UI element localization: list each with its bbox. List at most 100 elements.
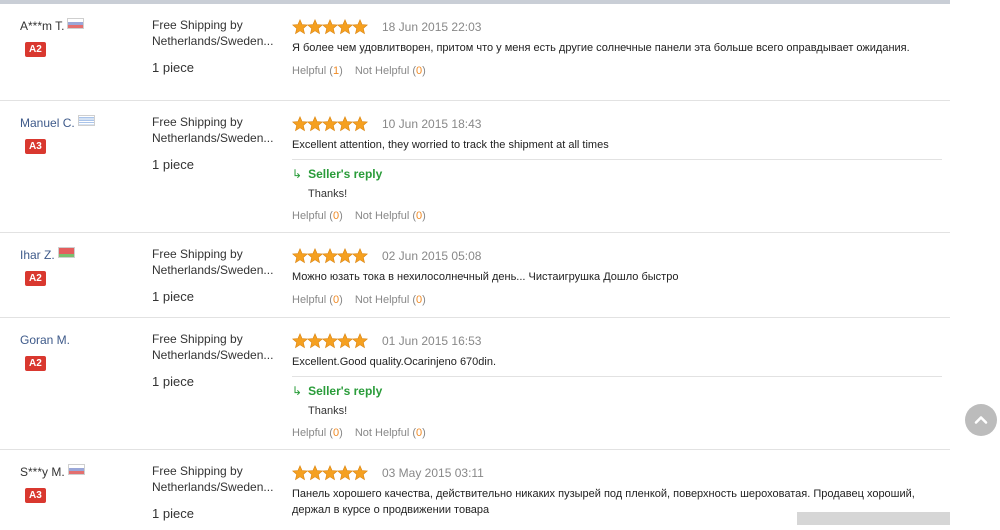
star-icon [322, 19, 338, 35]
helpful-label: Helpful [292, 65, 327, 77]
russia-flag-icon [67, 17, 85, 29]
reviewer-name-text: A***m T. [20, 19, 65, 33]
review-text: Excellent attention, they worried to tra… [292, 139, 609, 151]
helpful-button[interactable]: Helpful (1) [292, 65, 343, 77]
not-helpful-count: 0 [416, 427, 423, 439]
review-item: Manuel C. A3 Free Shipping by Netherland… [0, 101, 950, 233]
seller-reply-text: Thanks! [308, 405, 348, 417]
buyer-level-badge: A3 [25, 488, 46, 503]
review-date: 01 Jun 2015 16:53 [382, 334, 482, 348]
review-item: A***m T. A2 Free Shipping by Netherlands… [0, 4, 950, 101]
reviewer-name[interactable]: Ihar Z. [20, 246, 140, 263]
helpful-button[interactable]: Helpful (0) [292, 210, 343, 222]
helpful-count: 0 [332, 210, 340, 222]
back-to-top-button[interactable] [965, 404, 997, 436]
quantity: 1 piece [152, 506, 194, 521]
shipping-method: Free Shipping by Netherlands/Sweden... [152, 464, 274, 494]
star-icon [352, 465, 368, 481]
star-icon [307, 248, 323, 264]
shipping-method: Free Shipping by Netherlands/Sweden... [152, 247, 274, 277]
buyer-level-badge: A3 [25, 139, 46, 154]
reviewer-info: Manuel C. A3 [20, 114, 140, 154]
star-icon [337, 248, 353, 264]
not-helpful-count: 0 [416, 294, 423, 306]
helpful-label: Helpful [292, 294, 327, 306]
review-content: 02 Jun 2015 05:08 Можно юзать тока в нех… [292, 247, 942, 307]
reviewer-name[interactable]: Goran M. [20, 332, 140, 348]
order-info: Free Shipping by Netherlands/Sweden... 1… [152, 463, 282, 522]
not-helpful-button[interactable]: Not Helpful (0) [355, 427, 426, 439]
star-icon [337, 333, 353, 349]
quantity: 1 piece [152, 60, 194, 75]
not-helpful-button[interactable]: Not Helpful (0) [355, 65, 426, 77]
star-icon [337, 19, 353, 35]
star-icon [292, 116, 308, 132]
star-icon [307, 19, 323, 35]
not-helpful-button[interactable]: Not Helpful (0) [355, 294, 426, 306]
seller-reply-heading: ↳ Seller's reply [292, 164, 942, 184]
not-helpful-label: Not Helpful [354, 294, 410, 306]
buyer-level-badge: A2 [25, 356, 46, 371]
not-helpful-button[interactable]: Not Helpful (0) [355, 210, 426, 222]
russia-flag-icon [67, 463, 85, 475]
seller-reply: ↳ Seller's reply Thanks! [292, 159, 942, 204]
quantity: 1 piece [152, 289, 194, 304]
reply-arrow-icon: ↳ [292, 167, 303, 181]
review-item: Goran M. A2 Free Shipping by Netherlands… [0, 318, 950, 450]
review-content: 03 May 2015 03:11 Панель хорошего качест… [292, 464, 942, 518]
shipping-method: Free Shipping by Netherlands/Sweden... [152, 18, 274, 48]
star-rating [292, 465, 368, 481]
reviewer-name[interactable]: Manuel C. [20, 114, 140, 131]
helpful-count: 1 [332, 65, 340, 77]
helpful-count: 0 [332, 294, 340, 306]
helpful-button[interactable]: Helpful (0) [292, 427, 343, 439]
review-date: 03 May 2015 03:11 [382, 466, 484, 480]
feedback-row: Helpful (0) Not Helpful (0) [292, 293, 942, 307]
star-icon [322, 248, 338, 264]
order-info: Free Shipping by Netherlands/Sweden... 1… [152, 246, 282, 305]
reviewer-info: Ihar Z. A2 [20, 246, 140, 286]
uruguay-flag-icon [77, 114, 95, 126]
belarus-flag-icon [57, 246, 75, 258]
star-icon [307, 116, 323, 132]
order-info: Free Shipping by Netherlands/Sweden... 1… [152, 17, 282, 76]
reply-arrow-icon: ↳ [292, 384, 303, 398]
reviewer-info: Goran M. A2 [20, 332, 140, 371]
not-helpful-count: 0 [416, 210, 423, 222]
buyer-level-badge: A2 [25, 271, 46, 286]
helpful-button[interactable]: Helpful (0) [292, 294, 343, 306]
order-info: Free Shipping by Netherlands/Sweden... 1… [152, 114, 282, 173]
feedback-row: Helpful (0) Not Helpful (0) [292, 209, 942, 223]
not-helpful-label: Not Helpful [354, 210, 410, 222]
helpful-label: Helpful [292, 427, 327, 439]
star-icon [322, 465, 338, 481]
chevron-up-icon [974, 416, 988, 424]
review-content: 10 Jun 2015 18:43 Excellent attention, t… [292, 115, 942, 223]
floating-bottom-bar[interactable] [797, 512, 950, 525]
star-icon [352, 19, 368, 35]
star-rating [292, 248, 368, 264]
star-icon [337, 465, 353, 481]
review-date: 02 Jun 2015 05:08 [382, 249, 482, 263]
shipping-method: Free Shipping by Netherlands/Sweden... [152, 332, 274, 362]
star-icon [307, 333, 323, 349]
reviewer-name: S***y M. [20, 463, 140, 480]
reviewer-name-text: Ihar Z. [20, 248, 55, 262]
reviewer-name-text: S***y M. [20, 465, 65, 479]
review-date: 18 Jun 2015 22:03 [382, 20, 482, 34]
star-icon [322, 116, 338, 132]
quantity: 1 piece [152, 157, 194, 172]
star-rating [292, 19, 368, 35]
reviewer-info: A***m T. A2 [20, 17, 140, 57]
reviewer-name-text: Goran M. [20, 333, 71, 347]
reviewer-name: A***m T. [20, 17, 140, 34]
buyer-level-badge: A2 [25, 42, 46, 57]
review-text: Excellent.Good quality.Ocarinjeno 670din… [292, 356, 497, 368]
star-rating [292, 116, 368, 132]
star-icon [292, 248, 308, 264]
feedback-row: Helpful (0) Not Helpful (0) [292, 426, 942, 440]
helpful-label: Helpful [292, 210, 327, 222]
seller-reply: ↳ Seller's reply Thanks! [292, 376, 942, 421]
reviewer-info: S***y M. A3 [20, 463, 140, 503]
review-date: 10 Jun 2015 18:43 [382, 117, 482, 131]
